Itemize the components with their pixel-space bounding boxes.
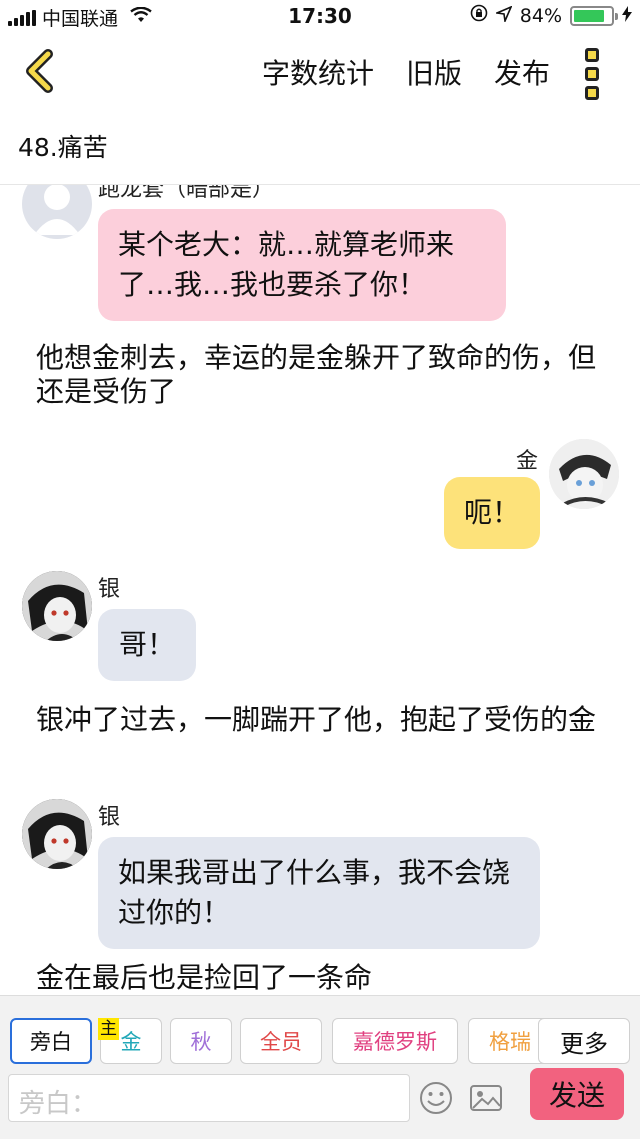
image-icon[interactable] <box>468 1080 504 1116</box>
role-chip-qiu[interactable]: 秋 <box>170 1018 232 1064</box>
more-menu-icon[interactable] <box>582 48 602 100</box>
word-count-button[interactable]: 字数统计 <box>262 52 374 92</box>
speaker-name: 银 <box>98 577 121 602</box>
role-chip-narrator[interactable]: 旁白 <box>10 1018 92 1064</box>
back-chevron-icon <box>26 49 53 93</box>
nav-actions: 字数统计 旧版 发布 <box>262 52 550 92</box>
character-avatar-icon <box>22 571 92 641</box>
speaker-name: 银 <box>98 805 121 830</box>
narration-text[interactable]: 银冲了过去，一脚踹开了他，抱起了受伤的金 <box>36 703 606 737</box>
status-bar: 中国联通 17:30 84% <box>0 0 640 36</box>
battery-icon <box>570 5 618 26</box>
avatar-yin[interactable] <box>22 799 92 869</box>
story-content[interactable]: 跑龙套（暗部是） 某个老大：就…就算老师来了…我…我也要杀了你！ 他想金刺去，幸… <box>0 185 640 995</box>
nav-bar: 字数统计 旧版 发布 <box>0 36 640 110</box>
avatar-jin[interactable] <box>549 439 619 509</box>
message-bubble[interactable]: 呃！ <box>444 477 540 549</box>
battery-percent: 84% <box>519 4 562 27</box>
narration-text[interactable]: 金在最后也是捡回了一条命 <box>36 961 606 995</box>
charging-icon <box>622 5 632 27</box>
send-button[interactable]: 发送 <box>530 1068 624 1120</box>
person-silhouette-icon <box>34 185 80 235</box>
character-avatar-icon <box>549 439 619 509</box>
message-bubble[interactable]: 如果我哥出了什么事，我不会饶过你的！ <box>98 837 540 949</box>
more-roles-button[interactable]: 更多 <box>538 1018 630 1064</box>
role-chip-all[interactable]: 全员 <box>240 1018 322 1064</box>
main-role-badge: 主 <box>98 1018 119 1040</box>
speaker-name: 跑龙套（暗部是） <box>98 185 275 202</box>
old-version-button[interactable]: 旧版 <box>406 52 462 92</box>
role-chip-jiade[interactable]: 嘉德罗斯 <box>332 1018 458 1064</box>
rotation-lock-icon <box>470 4 488 27</box>
avatar-yin[interactable] <box>22 571 92 641</box>
speaker-name: 金 <box>515 449 538 474</box>
message-bubble[interactable]: 哥！ <box>98 609 196 681</box>
emoji-icon[interactable] <box>418 1080 454 1116</box>
composer-bar: 旁白 金 主 秋 全员 嘉德罗斯 格瑞 更多 旁白： 发送 <box>0 995 640 1139</box>
avatar-placeholder[interactable] <box>22 185 92 239</box>
chapter-title: 48.痛苦 <box>18 133 108 162</box>
message-input[interactable]: 旁白： <box>8 1074 410 1122</box>
back-button[interactable] <box>18 48 64 94</box>
location-icon <box>493 4 513 27</box>
message-bubble[interactable]: 某个老大：就…就算老师来了…我…我也要杀了你！ <box>98 209 506 321</box>
status-right: 84% <box>470 4 632 27</box>
publish-button[interactable]: 发布 <box>494 52 550 92</box>
character-avatar-icon <box>22 799 92 869</box>
narration-text[interactable]: 他想金刺去，幸运的是金躲开了致命的伤，但还是受伤了 <box>36 341 606 409</box>
